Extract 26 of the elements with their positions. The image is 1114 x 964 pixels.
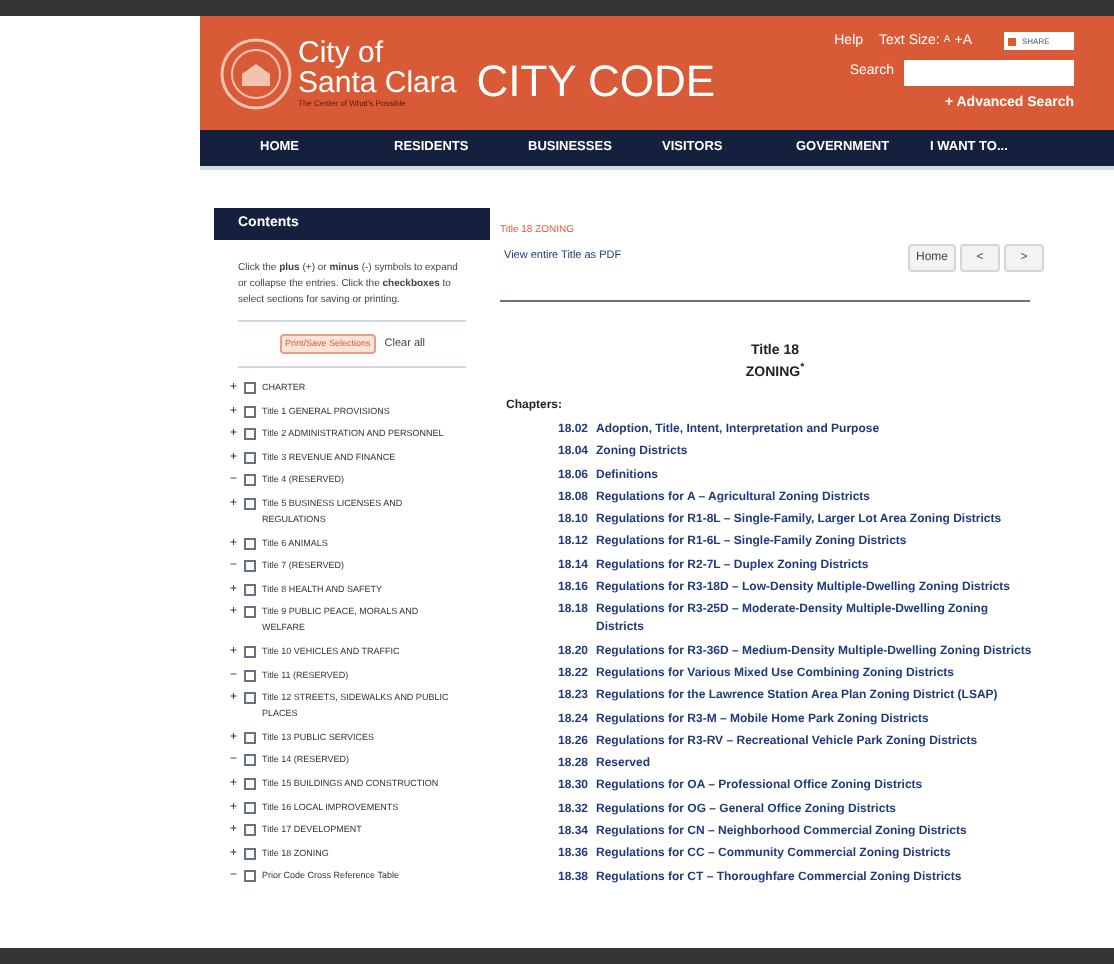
share-icon [1008,37,1016,46]
search-field[interactable] [904,60,1074,86]
checkbox[interactable] [244,606,256,619]
checkbox[interactable] [244,669,256,682]
checkbox[interactable] [244,474,256,487]
checkbox[interactable] [244,754,256,767]
city-seal-icon [220,37,292,109]
checkbox[interactable] [244,382,256,394]
checkbox[interactable] [244,428,256,441]
checkbox[interactable] [244,537,256,550]
checkbox[interactable] [244,870,256,883]
checkbox[interactable] [244,777,256,790]
city-name: Santa Clara [298,67,457,97]
checkbox[interactable] [244,847,256,860]
checkbox[interactable] [244,801,256,813]
checkbox[interactable] [244,645,256,658]
checkbox[interactable] [244,451,256,464]
checkbox[interactable] [244,824,256,837]
checkbox[interactable] [244,731,256,744]
checkbox[interactable] [244,692,256,705]
checkbox[interactable] [244,560,256,573]
site-title: CITY CODE [476,54,716,110]
checkbox[interactable] [244,405,256,418]
checkbox[interactable] [244,583,256,596]
city-name: City of [298,37,386,67]
checkbox[interactable] [244,497,256,510]
